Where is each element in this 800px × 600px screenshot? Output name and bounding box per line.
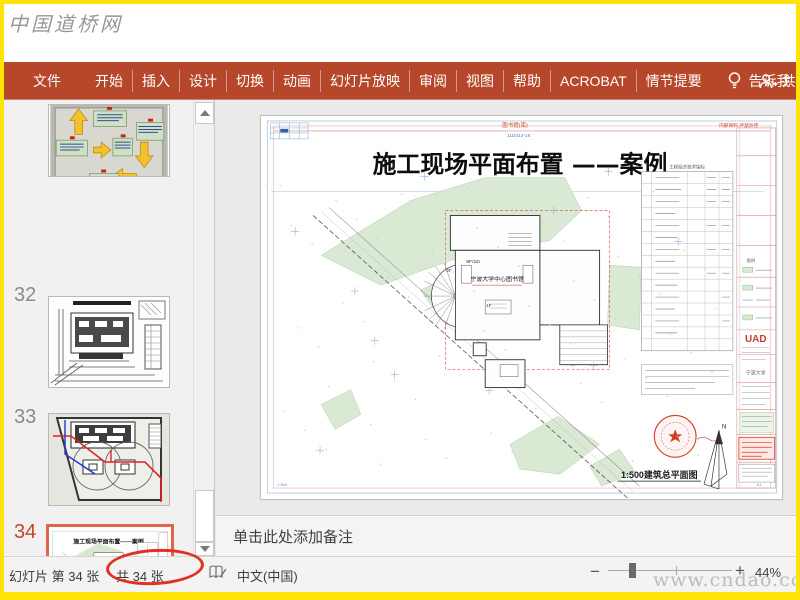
svg-text:A1: A1: [757, 482, 763, 487]
tab-acrobat[interactable]: ACROBAT: [551, 73, 636, 89]
arrow-down-icon: [199, 546, 210, 552]
ribbon-tab-bar: 文件 开始 插入 设计 切换 动画 幻灯片放映 审阅 视图 帮助 ACROBAT…: [4, 62, 796, 100]
workspace: 32 33 34 施工现场平面布置——案例 图书馆(南) 11D413-16 内…: [4, 100, 796, 592]
tab-home[interactable]: 开始: [86, 71, 132, 91]
slide-editing-area: 图书馆(南) 11D413-16 内部资料 严禁外传 施工现场平面布置 ——案例: [216, 100, 796, 556]
floor-2-label: 2F: [446, 268, 451, 273]
tab-review[interactable]: 审阅: [410, 71, 456, 91]
zoom-level[interactable]: 44%: [755, 565, 781, 580]
table-caption: 工程经济技术指标: [669, 164, 705, 171]
slide-position-indicator[interactable]: 幻灯片 第 34 张: [9, 566, 99, 585]
scrollbar-thumb[interactable]: [195, 490, 214, 542]
zoom-in-button[interactable]: +: [735, 561, 745, 581]
tab-slideshow[interactable]: 幻灯片放映: [321, 71, 409, 91]
building-floors-label: 5F/1D: [466, 259, 480, 265]
slide-total-indicator[interactable]: 共 34 张: [116, 566, 164, 585]
tab-insert[interactable]: 插入: [133, 71, 179, 91]
tab-transitions[interactable]: 切换: [227, 71, 273, 91]
header-red-label: 图书馆(南): [502, 121, 528, 129]
powerpoint-window: 中国道桥网 文件 开始 插入 设计 切换 动画 幻灯片放映 审阅 视图 帮助 A…: [4, 4, 796, 592]
tab-help[interactable]: 帮助: [504, 71, 550, 91]
share-label: 共享: [782, 73, 796, 89]
zoom-slider-thumb[interactable]: [629, 563, 636, 578]
siteplan-drawing: 图书馆(南) 11D413-16 内部资料 严禁外传 施工现场平面布置 ——案例: [261, 116, 782, 499]
slide-number-32: 32: [14, 284, 37, 306]
floor-1-label: 1F: [486, 303, 491, 308]
slide-number-34: 34: [14, 521, 37, 543]
lightbulb-icon: [728, 71, 740, 88]
share-person-icon: [759, 74, 778, 89]
share-button[interactable]: 共享: [758, 62, 796, 99]
tab-view[interactable]: 视图: [457, 71, 503, 91]
slide-thumbnail-33[interactable]: [48, 413, 170, 506]
notes-placeholder[interactable]: 单击此处添加备注: [216, 526, 353, 547]
building-name-label: 宁波大学中心图书馆: [470, 275, 524, 283]
zoom-slider-center-tick: [676, 566, 677, 575]
language-indicator[interactable]: 中文(中国): [237, 566, 298, 585]
uad-logo: UAD: [745, 334, 767, 345]
spell-check-icon[interactable]: [208, 564, 227, 583]
site-watermark-top: 中国道桥网: [8, 12, 123, 36]
north-label: N: [722, 424, 726, 430]
slide-thumbnail-pane: 32 33 34 施工现场平面布置——案例: [4, 100, 215, 592]
org-name: 宁波大学: [746, 370, 766, 377]
slide-thumbnail-31[interactable]: [48, 104, 170, 177]
drawing-number: 11D413-16: [507, 133, 531, 139]
zoom-out-button[interactable]: −: [590, 562, 600, 582]
scroll-down-button[interactable]: [195, 542, 214, 556]
slide-title[interactable]: 施工现场平面布置 ——案例: [373, 151, 668, 179]
zoom-slider-track[interactable]: [608, 570, 732, 571]
scale-label: 1:500建筑总平面图: [621, 469, 698, 480]
svg-text:1:500: 1:500: [277, 482, 288, 487]
flowchart-thumbnail-graphic: [50, 105, 168, 176]
slide-thumbnail-32[interactable]: [48, 296, 170, 388]
tab-storyboarding[interactable]: 情节提要: [637, 71, 711, 91]
tab-animations[interactable]: 动画: [274, 71, 320, 91]
current-slide-canvas[interactable]: 图书馆(南) 11D413-16 内部资料 严禁外传 施工现场平面布置 ——案例: [260, 115, 783, 500]
siteplan-bw-thumbnail-graphic: [49, 297, 169, 387]
arrow-up-icon: [199, 110, 210, 116]
siteplan-annotated-thumbnail-graphic: [49, 414, 169, 505]
thumbnail-scrollbar[interactable]: [193, 100, 214, 556]
tab-design[interactable]: 设计: [180, 71, 226, 91]
slide-number-33: 33: [14, 406, 37, 428]
notes-panel[interactable]: 单击此处添加备注: [216, 515, 796, 556]
scroll-up-button[interactable]: [195, 102, 214, 124]
tab-file[interactable]: 文件: [24, 71, 70, 91]
status-bar: 幻灯片 第 34 张 共 34 张 中文(中国) − + 44%: [4, 556, 796, 592]
legend-caption: 图例: [747, 257, 755, 263]
